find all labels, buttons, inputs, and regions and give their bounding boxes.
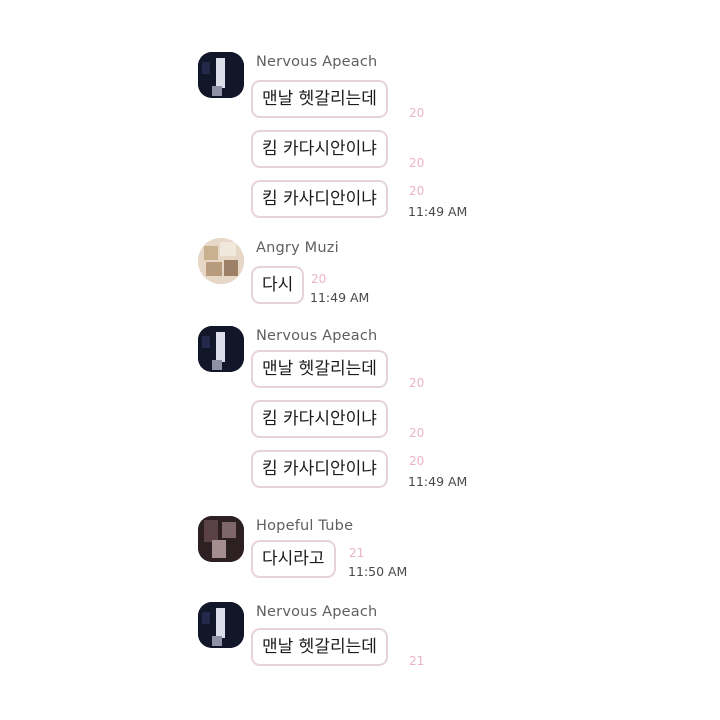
message-bubble[interactable]: 킴 카사디안이냐 bbox=[251, 180, 388, 218]
unread-count: 20 bbox=[409, 426, 425, 440]
avatar[interactable] bbox=[198, 238, 244, 284]
sender-name: Hopeful Tube bbox=[256, 518, 354, 534]
sender-name: Nervous Apeach bbox=[256, 328, 378, 344]
avatar[interactable] bbox=[198, 602, 244, 648]
message-bubble[interactable]: 맨날 헷갈리는데 bbox=[251, 350, 388, 388]
timestamp: 11:50 AM bbox=[348, 564, 408, 579]
unread-count: 20 bbox=[409, 376, 425, 390]
unread-count: 20 bbox=[409, 454, 425, 468]
avatar[interactable] bbox=[198, 516, 244, 562]
timestamp: 11:49 AM bbox=[408, 474, 468, 489]
avatar[interactable] bbox=[198, 52, 244, 98]
sender-name: Nervous Apeach bbox=[256, 54, 378, 70]
unread-count: 20 bbox=[409, 106, 425, 120]
unread-count: 20 bbox=[409, 156, 425, 170]
unread-count: 20 bbox=[409, 184, 425, 198]
message-bubble[interactable]: 킴 카사디안이냐 bbox=[251, 450, 388, 488]
unread-count: 21 bbox=[349, 546, 365, 560]
timestamp: 11:49 AM bbox=[408, 204, 468, 219]
message-bubble[interactable]: 맨날 헷갈리는데 bbox=[251, 628, 388, 666]
message-bubble[interactable]: 다시 bbox=[251, 266, 305, 304]
avatar[interactable] bbox=[198, 326, 244, 372]
unread-count: 20 bbox=[311, 272, 327, 286]
chat-log: Nervous Apeach 맨날 헷갈리는데 20 킴 카다시안이냐 20 킴… bbox=[0, 0, 720, 720]
sender-name: Angry Muzi bbox=[256, 240, 339, 256]
message-bubble[interactable]: 맨날 헷갈리는데 bbox=[251, 80, 388, 118]
unread-count: 21 bbox=[409, 654, 425, 668]
timestamp: 11:49 AM bbox=[310, 290, 370, 305]
message-bubble[interactable]: 킴 카다시안이냐 bbox=[251, 130, 388, 168]
message-bubble[interactable]: 킴 카다시안이냐 bbox=[251, 400, 388, 438]
sender-name: Nervous Apeach bbox=[256, 604, 378, 620]
message-bubble[interactable]: 다시라고 bbox=[251, 540, 336, 578]
